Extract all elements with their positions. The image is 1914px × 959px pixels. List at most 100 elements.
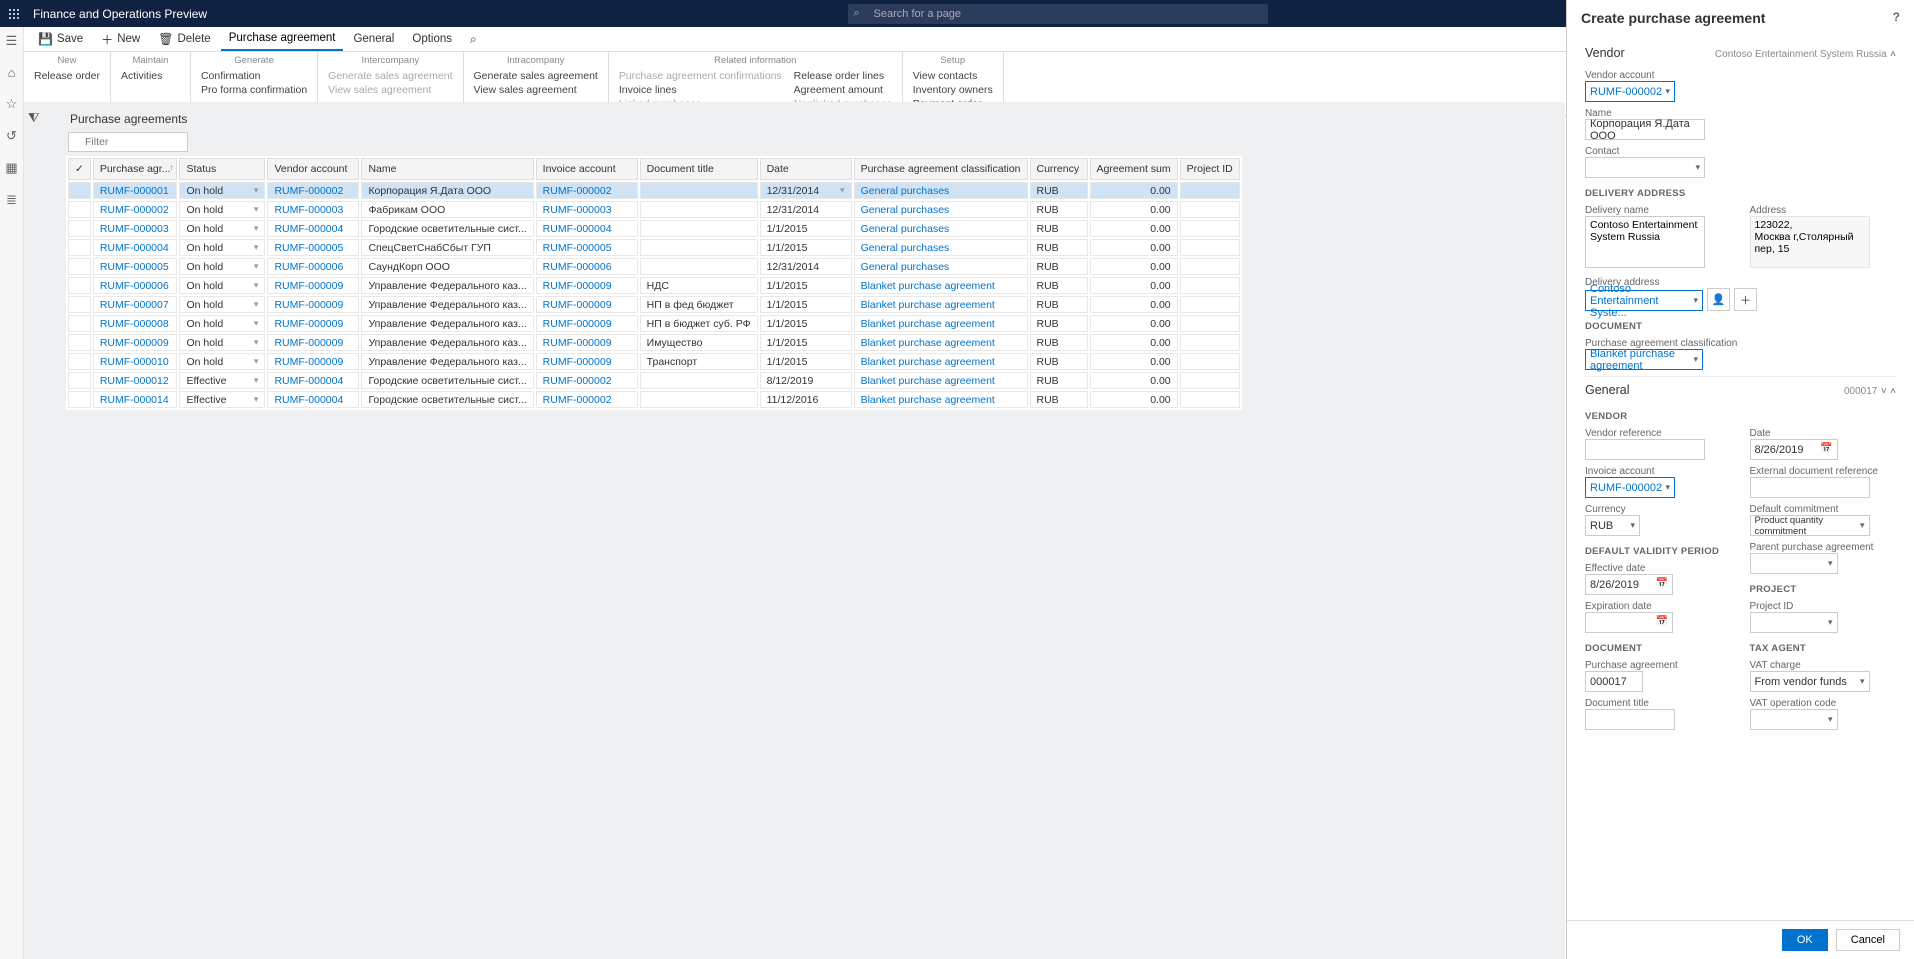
chevron-down-icon[interactable]: ˅ xyxy=(1881,386,1887,397)
ribbon-action[interactable]: Release order lines xyxy=(794,70,892,83)
table-cell[interactable]: RUMF-000004 xyxy=(267,372,359,389)
table-cell[interactable]: Blanket purchase agreement xyxy=(854,372,1028,389)
external-reference-input[interactable] xyxy=(1750,477,1870,498)
table-row[interactable]: RUMF-000012Effective▾RUMF-000004Городски… xyxy=(68,372,1240,389)
help-icon[interactable]: ? xyxy=(1893,10,1900,26)
table-cell[interactable]: RUMF-000003 xyxy=(267,201,359,218)
table-row[interactable]: RUMF-000005On hold▾RUMF-000006СаундКорп … xyxy=(68,258,1240,275)
ribbon-action[interactable]: Confirmation xyxy=(201,70,307,83)
table-cell[interactable]: General purchases xyxy=(854,258,1028,275)
add-address-button[interactable]: ＋ xyxy=(1734,288,1757,311)
table-cell[interactable]: RUMF-000005 xyxy=(93,258,178,275)
ribbon-action[interactable]: Agreement amount xyxy=(794,84,892,97)
delivery-name-input[interactable] xyxy=(1585,216,1705,268)
purchase-agreement-input[interactable]: 000017 xyxy=(1585,671,1643,692)
delivery-address-lookup[interactable]: Contoso Entertainment Syste... xyxy=(1585,290,1703,311)
vat-operation-code-lookup[interactable]: ▾ xyxy=(1750,709,1838,730)
table-cell[interactable]: RUMF-000009 xyxy=(267,353,359,370)
ribbon-action[interactable]: Generate sales agreement xyxy=(474,70,598,83)
column-header[interactable]: Agreement sum xyxy=(1090,158,1178,180)
page-search-input[interactable] xyxy=(848,4,1268,24)
column-header[interactable]: Currency xyxy=(1030,158,1088,180)
star-icon[interactable]: ☆ xyxy=(6,96,18,112)
table-row[interactable]: RUMF-000014Effective▾RUMF-000004Городски… xyxy=(68,391,1240,408)
table-cell[interactable]: RUMF-000002 xyxy=(93,201,178,218)
vendor-account-lookup[interactable]: RUMF-000002 xyxy=(1585,81,1675,102)
search-button[interactable]: ⌕ xyxy=(462,27,485,51)
table-cell[interactable]: RUMF-000009 xyxy=(267,334,359,351)
table-cell[interactable]: Blanket purchase agreement xyxy=(854,315,1028,332)
table-cell[interactable]: RUMF-000002 xyxy=(536,372,638,389)
invoice-account-lookup[interactable]: RUMF-000002 xyxy=(1585,477,1675,498)
chevron-up-icon[interactable]: ˄ xyxy=(1890,386,1896,397)
table-cell[interactable]: RUMF-000009 xyxy=(536,296,638,313)
vendor-name-input[interactable]: Корпорация Я.Дата ООО xyxy=(1585,119,1705,140)
table-cell[interactable]: RUMF-000014 xyxy=(93,391,178,408)
ribbon-action[interactable]: Pro forma confirmation xyxy=(201,84,307,97)
table-cell[interactable]: General purchases xyxy=(854,239,1028,256)
table-cell[interactable]: RUMF-000009 xyxy=(267,277,359,294)
table-row[interactable]: RUMF-000004On hold▾RUMF-000005СпецСветСн… xyxy=(68,239,1240,256)
table-cell[interactable]: RUMF-000008 xyxy=(93,315,178,332)
column-header[interactable]: Invoice account xyxy=(536,158,638,180)
tab-options[interactable]: Options xyxy=(404,27,460,51)
table-cell[interactable]: Blanket purchase agreement xyxy=(854,391,1028,408)
table-cell[interactable]: RUMF-000004 xyxy=(536,220,638,237)
save-button[interactable]: 💾Save xyxy=(30,27,91,51)
column-header[interactable]: Name xyxy=(361,158,533,180)
tab-general[interactable]: General xyxy=(345,27,402,51)
column-header[interactable]: Status xyxy=(179,158,265,180)
table-row[interactable]: RUMF-000009On hold▾RUMF-000009Управление… xyxy=(68,334,1240,351)
table-cell[interactable]: General purchases xyxy=(854,220,1028,237)
table-cell[interactable]: Blanket purchase agreement xyxy=(854,353,1028,370)
ribbon-action[interactable]: View contacts xyxy=(913,70,993,83)
date-input[interactable]: 8/26/2019📅 xyxy=(1750,439,1838,460)
vendor-reference-input[interactable] xyxy=(1585,439,1705,460)
table-cell[interactable]: RUMF-000005 xyxy=(267,239,359,256)
parent-pa-lookup[interactable]: ▾ xyxy=(1750,553,1838,574)
table-cell[interactable]: Blanket purchase agreement xyxy=(854,277,1028,294)
table-cell[interactable]: RUMF-000006 xyxy=(267,258,359,275)
column-header[interactable]: Purchase agr...↑ xyxy=(93,158,178,180)
new-button[interactable]: ＋New xyxy=(93,27,148,51)
table-cell[interactable]: RUMF-000003 xyxy=(536,201,638,218)
effective-date-input[interactable]: 8/26/2019📅 xyxy=(1585,574,1673,595)
table-cell[interactable]: RUMF-000007 xyxy=(93,296,178,313)
table-cell[interactable]: RUMF-000004 xyxy=(267,391,359,408)
workspace-icon[interactable]: ▦ xyxy=(5,160,17,176)
table-cell[interactable]: Blanket purchase agreement xyxy=(854,296,1028,313)
table-cell[interactable]: RUMF-000001 xyxy=(93,182,178,199)
pa-classification-lookup[interactable]: Blanket purchase agreement xyxy=(1585,349,1703,370)
chevron-up-icon[interactable]: ˄ xyxy=(1890,49,1896,60)
table-row[interactable]: RUMF-000010On hold▾RUMF-000009Управление… xyxy=(68,353,1240,370)
check-icon[interactable]: ✓ xyxy=(75,163,84,175)
cancel-button[interactable]: Cancel xyxy=(1836,929,1900,951)
ribbon-action[interactable]: Purchase agreement confirmations xyxy=(619,70,782,83)
column-header[interactable]: Date xyxy=(760,158,852,180)
home-icon[interactable]: ⌂ xyxy=(8,65,16,80)
currency-lookup[interactable]: RUB▾ xyxy=(1585,515,1640,536)
delete-button[interactable]: 🗑Delete xyxy=(150,27,218,51)
menu-icon[interactable]: ☰ xyxy=(6,33,18,49)
filter-icon[interactable]: ⧨ xyxy=(28,110,40,126)
recent-icon[interactable]: ↺ xyxy=(6,128,17,144)
table-cell[interactable]: General purchases xyxy=(854,201,1028,218)
ribbon-action[interactable]: View sales agreement xyxy=(474,84,598,97)
table-row[interactable]: RUMF-000007On hold▾RUMF-000009Управление… xyxy=(68,296,1240,313)
ribbon-action[interactable]: Inventory owners xyxy=(913,84,993,97)
table-cell[interactable]: Blanket purchase agreement xyxy=(854,334,1028,351)
table-cell[interactable]: RUMF-000004 xyxy=(93,239,178,256)
table-cell[interactable]: General purchases xyxy=(854,182,1028,199)
table-cell[interactable]: RUMF-000004 xyxy=(267,220,359,237)
column-header[interactable]: Document title xyxy=(640,158,758,180)
table-row[interactable]: RUMF-000008On hold▾RUMF-000009Управление… xyxy=(68,315,1240,332)
default-commitment-select[interactable]: Product quantity commitment▾ xyxy=(1750,515,1870,536)
vat-charge-select[interactable]: From vendor funds▾ xyxy=(1750,671,1870,692)
table-cell[interactable]: RUMF-000002 xyxy=(536,391,638,408)
table-cell[interactable]: RUMF-000010 xyxy=(93,353,178,370)
table-cell[interactable]: RUMF-000005 xyxy=(536,239,638,256)
table-row[interactable]: RUMF-000003On hold▾RUMF-000004Городские … xyxy=(68,220,1240,237)
column-header[interactable]: Purchase agreement classification xyxy=(854,158,1028,180)
app-launcher-icon[interactable] xyxy=(0,0,27,27)
table-cell[interactable]: RUMF-000002 xyxy=(536,182,638,199)
